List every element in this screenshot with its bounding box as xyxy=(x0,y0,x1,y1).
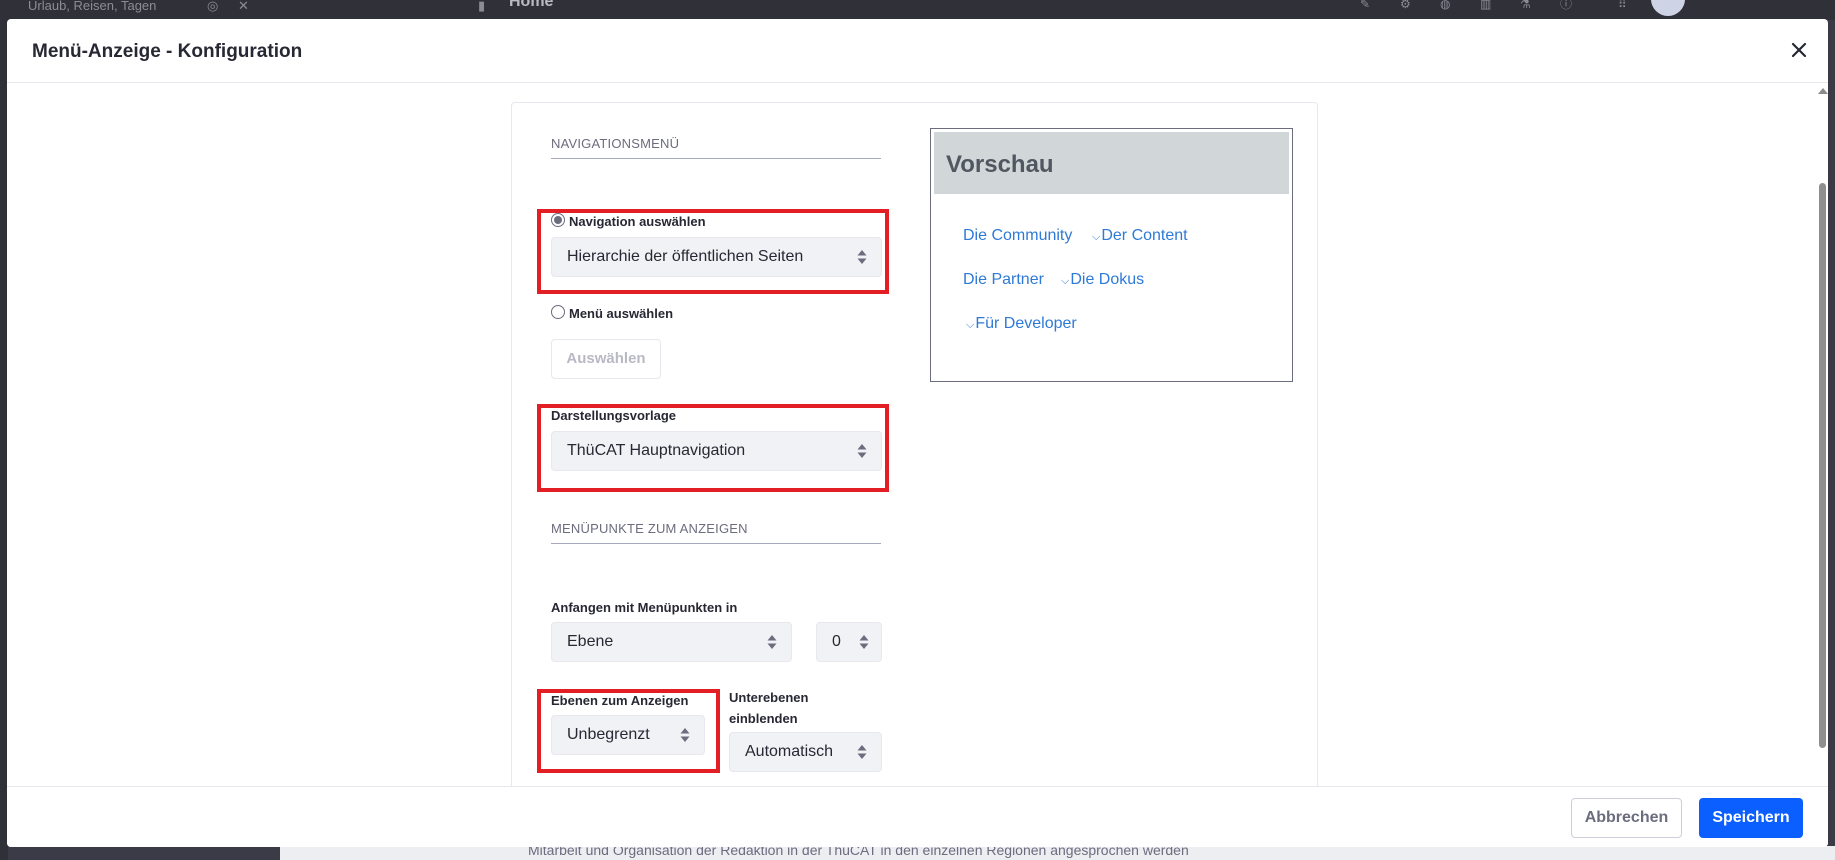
navigation-section-title: NAVIGATIONSMENÜ xyxy=(551,136,680,151)
background-top-bar: Urlaub, Reisen, Tagen ◎ ✕ ▮ Home ✎ ⚙ ◍ ▥… xyxy=(0,0,1835,20)
modal-body: NAVIGATIONSMENÜ Navigation auswählen Hie… xyxy=(7,83,1828,786)
menu-items-section-divider xyxy=(551,543,881,544)
menu-items-section-title: MENÜPUNKTE ZUM ANZEIGEN xyxy=(551,521,748,536)
save-button[interactable]: Speichern xyxy=(1699,798,1803,838)
preview-link-community[interactable]: Die Community xyxy=(963,227,1072,245)
preview-link-dokus[interactable]: ⌵Die Dokus xyxy=(1061,271,1144,289)
navigation-section-divider xyxy=(551,158,881,159)
configuration-modal: Menü-Anzeige - Konfiguration NAVIGATIONS… xyxy=(7,19,1828,847)
preview-header: Vorschau xyxy=(934,132,1289,194)
sublevels-label: Unterebenen einblenden xyxy=(729,690,809,726)
modal-header: Menü-Anzeige - Konfiguration xyxy=(7,19,1828,83)
highlight-navigation xyxy=(537,209,889,294)
menu-radio[interactable] xyxy=(551,305,565,319)
preview-panel: Vorschau Die Community ⌵Der Content Die … xyxy=(930,128,1293,382)
chevron-down-icon: ⌵ xyxy=(966,319,975,331)
highlight-levels xyxy=(537,689,720,773)
background-gear-icon: ⚙ xyxy=(1400,0,1411,11)
start-type-select[interactable]: Ebene xyxy=(551,622,792,662)
preview-link-label: Der Content xyxy=(1101,227,1188,244)
background-page-title: Home xyxy=(509,0,554,10)
preview-link-partner[interactable]: Die Partner xyxy=(963,271,1044,289)
background-close-icon: ✕ xyxy=(238,0,249,13)
background-pencil-icon: ✎ xyxy=(1360,0,1371,11)
start-level-select-value: 0 xyxy=(832,633,841,650)
preview-link-label: Die Partner xyxy=(963,271,1044,288)
background-content-text: Mitarbeit und Organisation der Redaktion… xyxy=(528,846,1189,858)
select-menu-button[interactable]: Auswählen xyxy=(551,339,661,379)
modal-title: Menü-Anzeige - Konfiguration xyxy=(32,41,303,62)
preview-link-label: Für Developer xyxy=(975,315,1077,332)
preview-link-label: Die Community xyxy=(963,227,1073,244)
chevron-down-icon: ⌵ xyxy=(1092,231,1101,243)
preview-title: Vorschau xyxy=(946,151,1054,178)
chevron-down-icon: ⌵ xyxy=(1061,275,1070,287)
start-level-label: Anfangen mit Menüpunkten in xyxy=(551,600,738,615)
close-icon xyxy=(1791,42,1807,58)
start-level-select[interactable]: 0 xyxy=(816,622,882,662)
background-globe-icon: ◍ xyxy=(1440,0,1451,11)
select-caret-icon xyxy=(857,744,867,760)
menu-radio-label: Menü auswählen xyxy=(569,306,674,321)
sublevels-select-value: Automatisch xyxy=(745,743,834,760)
close-button[interactable] xyxy=(1784,35,1814,65)
highlight-template xyxy=(537,404,889,492)
preview-link-developer[interactable]: ⌵Für Developer xyxy=(966,315,1077,333)
configuration-card: NAVIGATIONSMENÜ Navigation auswählen Hie… xyxy=(511,102,1318,786)
cancel-button[interactable]: Abbrechen xyxy=(1571,798,1682,838)
modal-scrollbar[interactable] xyxy=(1816,83,1828,786)
preview-link-label: Die Dokus xyxy=(1070,271,1145,288)
background-content: Mitarbeit und Organisation der Redaktion… xyxy=(280,846,1835,860)
background-apps-icon: ⠿ xyxy=(1618,0,1627,11)
background-panel-icon: ▮ xyxy=(478,0,486,13)
select-caret-icon xyxy=(767,634,777,650)
sublevels-select[interactable]: Automatisch xyxy=(729,732,882,772)
select-caret-icon xyxy=(859,634,869,650)
start-type-select-value: Ebene xyxy=(567,633,614,650)
background-chart-icon: ▥ xyxy=(1480,0,1492,11)
modal-footer: Abbrechen Speichern xyxy=(7,786,1828,847)
background-history-icon: ◎ xyxy=(207,0,219,13)
background-breadcrumb: Urlaub, Reisen, Tagen xyxy=(28,0,157,13)
scroll-thumb[interactable] xyxy=(1819,183,1826,748)
background-flask-icon: ⚗ xyxy=(1520,0,1531,11)
background-info-icon: ⓘ xyxy=(1560,0,1573,11)
background-avatar xyxy=(1651,0,1685,16)
scroll-up-arrow-icon[interactable] xyxy=(1818,88,1828,94)
preview-link-content[interactable]: ⌵Der Content xyxy=(1092,227,1188,245)
